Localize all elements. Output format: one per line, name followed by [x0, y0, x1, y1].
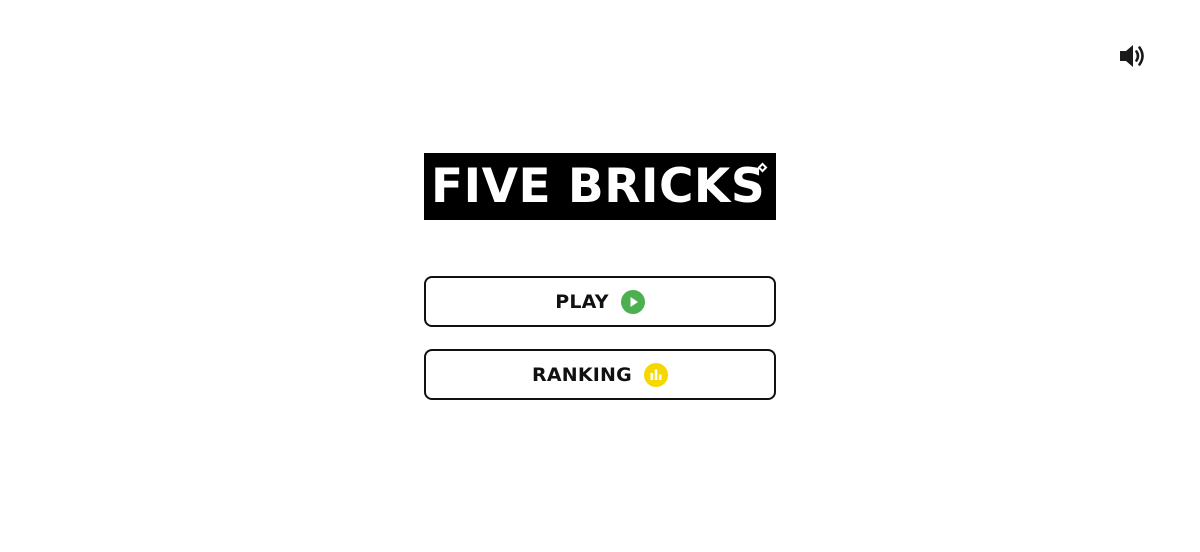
ranking-button-label: RANKING: [532, 363, 632, 386]
game-logo: FIVE BRICKS: [424, 153, 776, 220]
sound-toggle-button[interactable]: [1116, 41, 1148, 71]
ranking-button[interactable]: RANKING: [424, 349, 776, 400]
game-title: FIVE BRICKS: [431, 159, 766, 214]
play-circle-icon: [620, 289, 645, 314]
play-button-label: PLAY: [555, 290, 609, 313]
speaker-volume-icon: [1117, 42, 1147, 70]
play-button[interactable]: PLAY: [424, 276, 776, 327]
main-menu-screen: FIVE BRICKS PLAY RANKING: [0, 0, 1200, 552]
bar-chart-icon: [643, 362, 668, 387]
